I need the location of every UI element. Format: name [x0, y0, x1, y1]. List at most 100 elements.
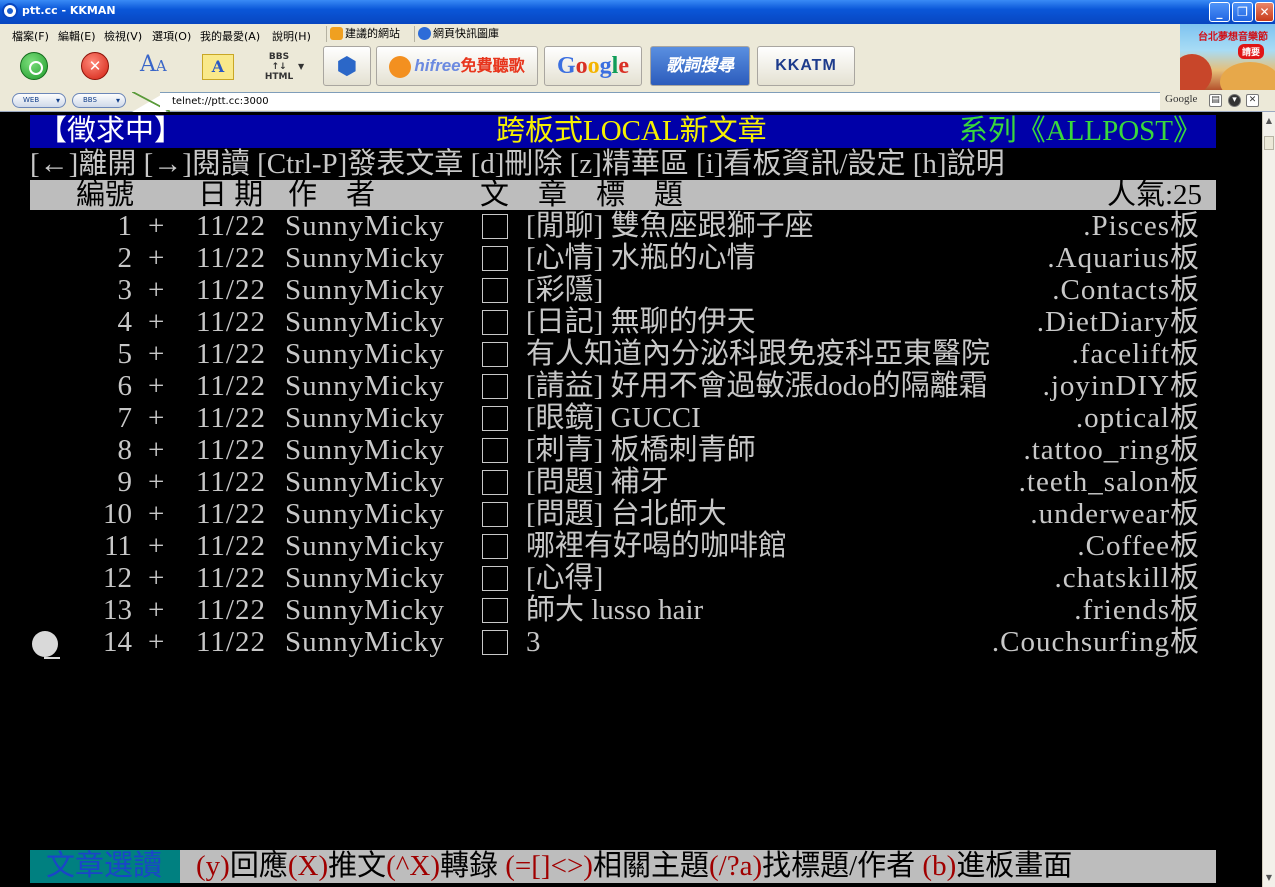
article-checkbox[interactable]	[482, 438, 508, 463]
kkman-app-icon[interactable]	[2, 3, 18, 19]
article-row[interactable]: 2 +11/22 SunnyMicky [心情] 水瓶的心情 .Aquarius板	[0, 242, 1262, 274]
menu-favorites[interactable]: 我的最愛(A)	[200, 28, 260, 44]
scroll-up-arrow-icon[interactable]: ▲	[1263, 114, 1275, 128]
article-mark: +	[148, 402, 165, 434]
article-checkbox[interactable]	[482, 406, 508, 431]
article-row[interactable]: 3 +11/22 SunnyMicky [彩隱] .Contacts板	[0, 274, 1262, 306]
close-bar-icon[interactable]: ✕	[1246, 94, 1259, 107]
article-mark: +	[148, 530, 165, 562]
article-checkbox[interactable]	[482, 310, 508, 335]
minimize-button[interactable]: _	[1209, 2, 1230, 22]
vertical-scrollbar[interactable]: ▲ ▼	[1262, 112, 1275, 887]
article-title: 哪裡有好喝的咖啡館	[526, 530, 788, 562]
article-mark: +	[148, 498, 165, 530]
menu-view[interactable]: 檢視(V)	[104, 28, 142, 44]
article-title: [問題] 補牙	[526, 466, 669, 498]
menu-help[interactable]: 說明(H)	[272, 28, 311, 44]
article-author: SunnyMicky	[285, 370, 445, 402]
article-row[interactable]: 8 +11/22 SunnyMicky [刺青] 板橋刺青師 .tattoo_ring板	[0, 434, 1262, 466]
bbs-mode-dropdown[interactable]: BBS	[72, 93, 126, 108]
font-style-button[interactable]: A	[202, 54, 234, 80]
link-suggested-sites-label: 建議的網站	[345, 27, 400, 40]
cursor-underline	[44, 657, 60, 659]
article-date: 11/22	[196, 466, 266, 498]
article-row[interactable]: 1 +11/22 SunnyMicky [閒聊] 雙魚座跟獅子座 .Pisces板	[0, 210, 1262, 242]
article-row[interactable]: 4 +11/22 SunnyMicky [日記] 無聊的伊天 .DietDiary板	[0, 306, 1262, 338]
article-row[interactable]: 14 +11/22 SunnyMicky 3 .Couchsurfing板	[0, 626, 1262, 658]
article-author: SunnyMicky	[285, 594, 445, 626]
article-checkbox[interactable]	[482, 534, 508, 559]
article-row[interactable]: 5 +11/22 SunnyMicky 有人知道內分泌科跟免疫科亞東醫院 .faceli…	[0, 338, 1262, 370]
article-number: 9	[117, 466, 133, 498]
article-row[interactable]: 11 +11/22 SunnyMicky 哪裡有好喝的咖啡館 .Coffee板	[0, 530, 1262, 562]
link-suggested-sites[interactable]: 建議的網站	[326, 26, 400, 42]
hifree-music-button[interactable]: hifree免費聽歌	[376, 46, 538, 86]
restore-button[interactable]: ❐	[1232, 2, 1253, 22]
article-checkbox[interactable]	[482, 278, 508, 303]
footer-key-label: 轉錄	[440, 850, 506, 882]
article-mark: +	[148, 626, 165, 658]
ad-button[interactable]: 請要	[1238, 44, 1265, 59]
article-mark: +	[148, 562, 165, 594]
bbs-html-toggle-button[interactable]: BBS ↑↓ HTML	[264, 52, 294, 94]
article-row[interactable]: 13 +11/22 SunnyMicky 師大 lusso hair .friends板	[0, 594, 1262, 626]
kkatm-button[interactable]: KKATM	[757, 46, 855, 86]
article-date: 11/22	[196, 306, 266, 338]
article-row[interactable]: 10 +11/22 SunnyMicky [問題] 台北師大 .underwear板	[0, 498, 1262, 530]
header-series: 系列《ALLPOST》	[958, 115, 1202, 147]
google-search-label[interactable]: Google	[1165, 93, 1197, 105]
article-board: .facelift板	[1071, 338, 1200, 370]
dropdown-icon[interactable]: ▾	[1228, 94, 1241, 107]
font-small-glyph: A	[155, 57, 167, 75]
menu-file[interactable]: 檔案(F)	[12, 28, 49, 44]
web-mode-dropdown[interactable]: WEB	[12, 93, 66, 108]
link-web-slice-gallery[interactable]: 網頁快訊圖庫	[414, 26, 499, 42]
article-checkbox[interactable]	[482, 470, 508, 495]
scroll-thumb[interactable]	[1264, 136, 1274, 150]
article-number: 14	[103, 626, 132, 658]
article-board: .DietDiary板	[1036, 306, 1200, 338]
google-button[interactable]: Google	[544, 46, 642, 86]
article-row[interactable]: 9 +11/22 SunnyMicky [問題] 補牙 .teeth_salon板	[0, 466, 1262, 498]
article-author: SunnyMicky	[285, 434, 445, 466]
page-icon[interactable]: ▤	[1209, 94, 1222, 107]
menu-edit[interactable]: 編輯(E)	[58, 28, 96, 44]
go-button[interactable]	[20, 52, 48, 80]
article-checkbox[interactable]	[482, 502, 508, 527]
scroll-down-arrow-icon[interactable]: ▼	[1263, 871, 1275, 885]
article-checkbox[interactable]	[482, 342, 508, 367]
article-board: .Couchsurfing板	[991, 626, 1200, 658]
article-date: 11/22	[196, 370, 266, 402]
article-checkbox[interactable]	[482, 598, 508, 623]
article-checkbox[interactable]	[482, 214, 508, 239]
menu-options[interactable]: 選項(O)	[152, 28, 191, 44]
article-author: SunnyMicky	[285, 338, 445, 370]
bbs-terminal[interactable]: 【徵求中】 跨板式LOCAL新文章 系列《ALLPOST》 [←]離開 [→]閱…	[0, 112, 1262, 887]
article-board: .optical板	[1075, 402, 1200, 434]
web-slice-icon	[418, 27, 431, 40]
article-number: 3	[117, 274, 133, 306]
dropdown-arrow-icon[interactable]: ▼	[298, 62, 304, 71]
article-checkbox[interactable]	[482, 246, 508, 271]
article-date: 11/22	[196, 274, 266, 306]
ad-banner[interactable]: 台北夢想音樂節 請要	[1180, 24, 1275, 90]
font-size-button[interactable]: AA	[140, 52, 167, 94]
article-row[interactable]: 6 +11/22 SunnyMicky [請益] 好用不會過敏漲dodo的隔離霜 .jo…	[0, 370, 1262, 402]
cube-icon[interactable]: ⬢	[323, 46, 371, 86]
lyric-search-button[interactable]: 歌詞搜尋	[650, 46, 750, 86]
close-button[interactable]: ✕	[1255, 2, 1274, 22]
article-title: [眼鏡] GUCCI	[526, 402, 701, 434]
article-number: 4	[117, 306, 133, 338]
article-checkbox[interactable]	[482, 374, 508, 399]
article-row[interactable]: 12 +11/22 SunnyMicky [心得] .chatskill板	[0, 562, 1262, 594]
window-title: ptt.cc - KKMAN	[22, 4, 116, 17]
col-popularity: 人氣:25	[1106, 179, 1202, 211]
article-row[interactable]: 7 +11/22 SunnyMicky [眼鏡] GUCCI .optical板	[0, 402, 1262, 434]
article-number: 1	[117, 210, 133, 242]
address-input[interactable]: telnet://ptt.cc:3000	[160, 92, 1160, 110]
article-number: 11	[104, 530, 132, 562]
article-checkbox[interactable]	[482, 566, 508, 591]
stop-button[interactable]: ✕	[81, 52, 109, 80]
article-author: SunnyMicky	[285, 210, 445, 242]
article-checkbox[interactable]	[482, 630, 508, 655]
